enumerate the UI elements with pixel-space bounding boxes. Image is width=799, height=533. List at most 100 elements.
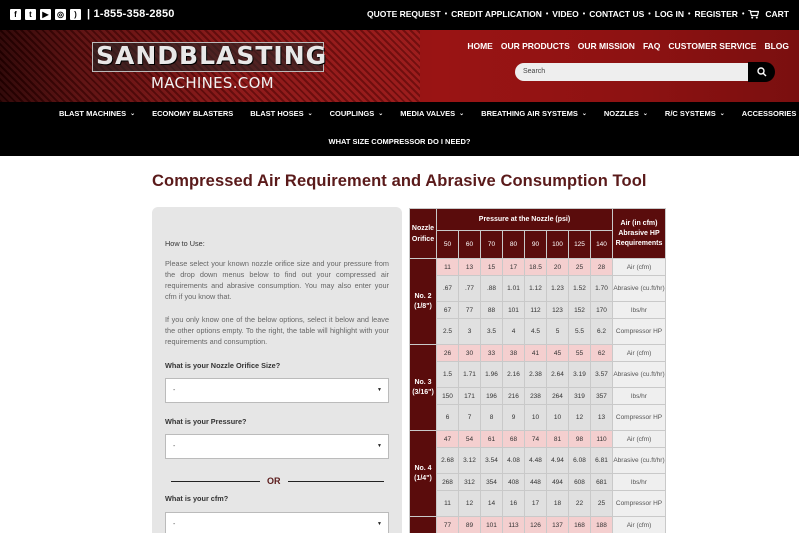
value-cell: 171 [458,387,481,405]
value-cell: 101 [502,301,525,319]
nav-home[interactable]: HOME [467,41,493,51]
calculator-panel: How to Use: Please select your known noz… [152,207,402,533]
nav-our-products[interactable]: OUR PRODUCTS [501,41,570,51]
value-cell: 12 [458,490,481,517]
value-cell: 16 [502,490,525,517]
value-cell: 6.81 [590,447,613,474]
category-label: COUPLINGS [329,109,375,118]
twitter-icon[interactable]: t [25,9,36,20]
chevron-down-icon: ⌄ [719,111,725,117]
value-cell: 89 [458,516,481,533]
video-link[interactable]: VIDEO [552,9,578,19]
youtube-icon[interactable]: ▶ [40,9,51,20]
value-cell: 77 [458,301,481,319]
table-row: 1.5 1.71 1.96 2.16 2.38 2.64 3.19 3.57 Abrasive … [410,361,666,388]
category-blast-hoses[interactable]: BLAST HOSES ⌄ [250,109,312,118]
value-cell: 13 [590,404,613,431]
value-cell: .88 [480,275,503,302]
nav-our-mission[interactable]: OUR MISSION [578,41,635,51]
value-cell: 2.38 [524,361,547,388]
pressure-column-header: 140 [590,230,613,259]
quote-request-link[interactable]: QUOTE REQUEST [367,9,441,19]
pressure-column-header: 80 [502,230,525,259]
credit-application-link[interactable]: CREDIT APPLICATION [451,9,542,19]
requirement-label-cell: Air (cfm) [612,258,666,276]
value-cell: 47 [436,430,459,448]
nav-faq[interactable]: FAQ [643,41,660,51]
cart-link[interactable]: CART [765,9,789,19]
requirement-label-cell: Compressor HP [612,404,666,431]
value-cell: 3 [458,318,481,345]
value-cell: 3.19 [568,361,591,388]
chevron-down-icon: ⌄ [459,111,465,117]
search-button[interactable] [748,62,775,82]
value-cell: 88 [480,301,503,319]
category-nav: BLAST MACHINES ⌄ ECONOMY BLASTERS BLAST HOS… [0,102,799,156]
value-cell: 494 [546,473,569,491]
requirement-label-cell: lbs/hr [612,301,666,319]
chevron-down-icon: ⌄ [642,111,648,117]
value-cell: 4.08 [502,447,525,474]
utility-links: QUOTE REQUEST • CREDIT APPLICATION • VIDEO… [367,9,789,19]
value-cell: 67 [436,301,459,319]
pressure-column-header: 70 [480,230,503,259]
cart-icon[interactable] [748,9,760,19]
header-banner: SANDBLASTING MACHINES.COM HOME OUR PRODU… [0,30,799,102]
category-label: NOZZLES [603,109,639,118]
contact-us-link[interactable]: CONTACT US [589,9,644,19]
table-row: 6 7 8 9 10 10 12 13 Compressor HP [410,404,666,431]
value-cell: 77 [436,516,459,533]
pressure-select[interactable]: - ▼ [165,434,389,459]
phone-number[interactable]: | 1-855-358-2850 [87,8,175,20]
category-breathing-air-systems[interactable]: BREATHING AIR SYSTEMS ⌄ [481,109,587,118]
nav-blog[interactable]: BLOG [764,41,789,51]
requirement-label-cell: Air (cfm) [612,344,666,362]
value-cell: 3.5 [480,318,503,345]
value-cell: 1.12 [524,275,547,302]
dropdown-arrow-icon: ▼ [377,521,382,527]
value-cell: 354 [480,473,503,491]
chevron-down-icon: ⌄ [307,111,313,117]
category-label: ACCESSORIES [741,109,797,118]
search-input[interactable]: Search [515,63,750,81]
requirement-label-cell: Compressor HP [612,490,666,517]
value-cell: 238 [524,387,547,405]
nozzle-size-select[interactable]: - ▼ [165,378,389,403]
category-accessories[interactable]: ACCESSORIES⌄ [742,109,799,118]
value-cell: 1.01 [502,275,525,302]
logo-subtitle[interactable]: MACHINES.COM [151,74,274,92]
dropdown-arrow-icon: ▼ [377,443,382,449]
value-cell: 45 [546,344,569,362]
compressor-size-link[interactable]: WHAT SIZE COMPRESSOR DO I NEED? [0,137,799,146]
instagram-icon[interactable]: ◎ [55,9,66,20]
category-economy-blasters[interactable]: ECONOMY BLASTERS [152,109,233,118]
value-cell: 4.5 [524,318,547,345]
social-links: f t ▶ ◎ ) [10,9,81,20]
value-cell: 357 [590,387,613,405]
value-cell: 408 [502,473,525,491]
nav-customer-service[interactable]: CUSTOMER SERVICE [668,41,756,51]
pressure-column-header: 90 [524,230,547,259]
cfm-select[interactable]: - ▼ [165,512,389,533]
requirement-label-cell: lbs/hr [612,387,666,405]
log-in-link[interactable]: LOG IN [655,9,684,19]
table-row: 268 312 354 408 448 494 608 681 lbs/hr [410,473,666,491]
value-cell: .67 [436,275,459,302]
value-cell: 110 [590,430,613,448]
facebook-icon[interactable]: f [10,9,21,20]
category-nozzles[interactable]: NOZZLES ⌄ [604,109,648,118]
register-link[interactable]: REGISTER [694,9,737,19]
category-media-valves[interactable]: MEDIA VALVES ⌄ [400,109,464,118]
top-bar: f t ▶ ◎ ) | 1-855-358-2850 QUOTE REQUEST… [0,0,799,30]
requirement-label-cell: Air (cfm) [612,516,666,533]
table-row: 67 77 88 101 112 123 152 170 lbs/hr [410,301,666,319]
logo[interactable]: SANDBLASTING [96,41,327,70]
category-couplings[interactable]: COUPLINGS ⌄ [330,109,384,118]
rss-icon[interactable]: ) [70,9,81,20]
value-cell: 8 [480,404,503,431]
requirement-label-cell: Air (cfm) [612,430,666,448]
category-r-c-systems[interactable]: R/C SYSTEMS ⌄ [665,109,725,118]
category-blast-machines[interactable]: BLAST MACHINES ⌄ [59,109,135,118]
table-row: .67.77.88 1.01 1.12 1.23 1.52 1.70 Abrasive (c… [410,275,666,302]
value-cell: 1.5 [436,361,459,388]
